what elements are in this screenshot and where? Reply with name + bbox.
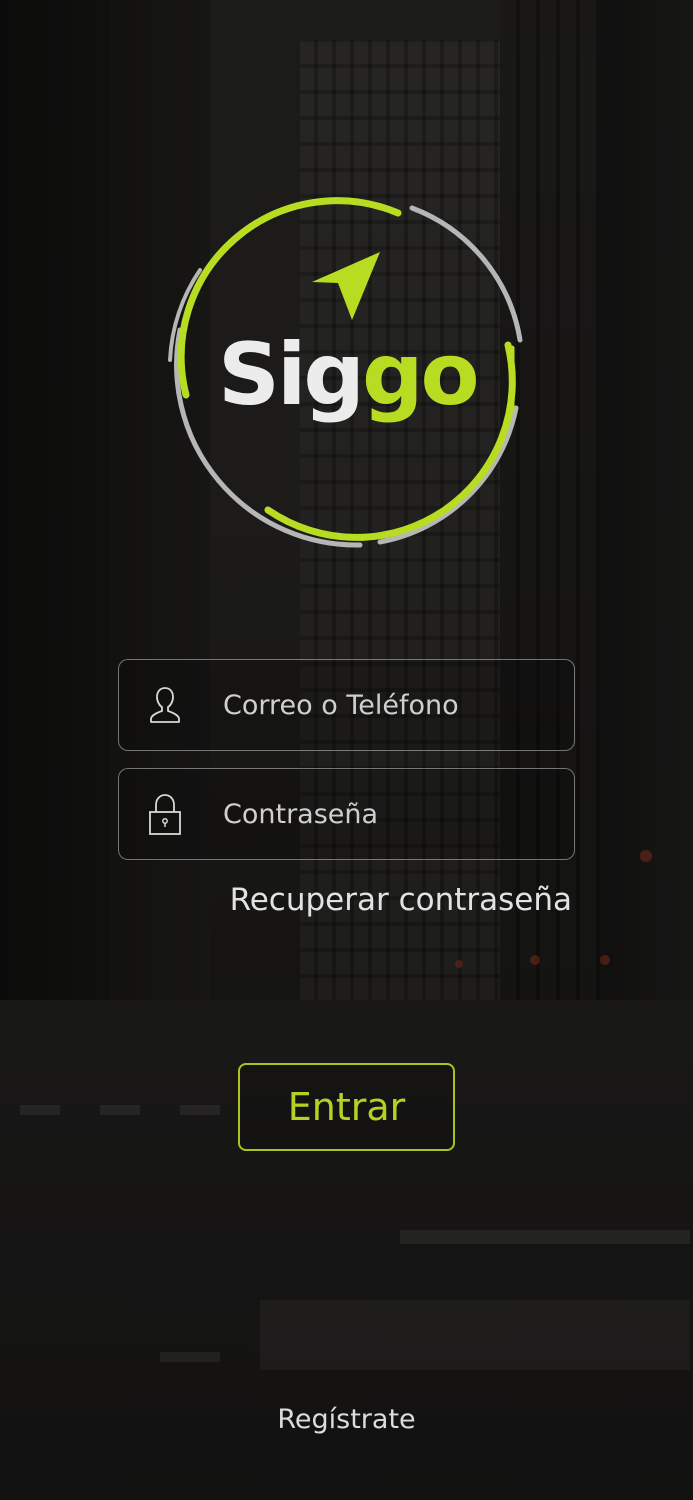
lock-icon (147, 793, 183, 837)
email-field[interactable] (118, 659, 575, 751)
register-link[interactable]: Regístrate (0, 1404, 693, 1435)
recover-password-link[interactable]: Recuperar contraseña (230, 882, 572, 918)
password-field[interactable] (118, 768, 575, 860)
logo-text-sig: Sig (218, 325, 362, 425)
svg-text:Siggo: Siggo (218, 325, 477, 425)
logo-graphic: Siggo (168, 197, 523, 548)
logo-text-go: go (362, 325, 477, 425)
password-input[interactable] (223, 769, 563, 859)
user-icon (147, 684, 183, 728)
siggo-logo: Siggo (160, 180, 532, 552)
enter-button[interactable]: Entrar (238, 1063, 455, 1151)
email-input[interactable] (223, 660, 563, 750)
